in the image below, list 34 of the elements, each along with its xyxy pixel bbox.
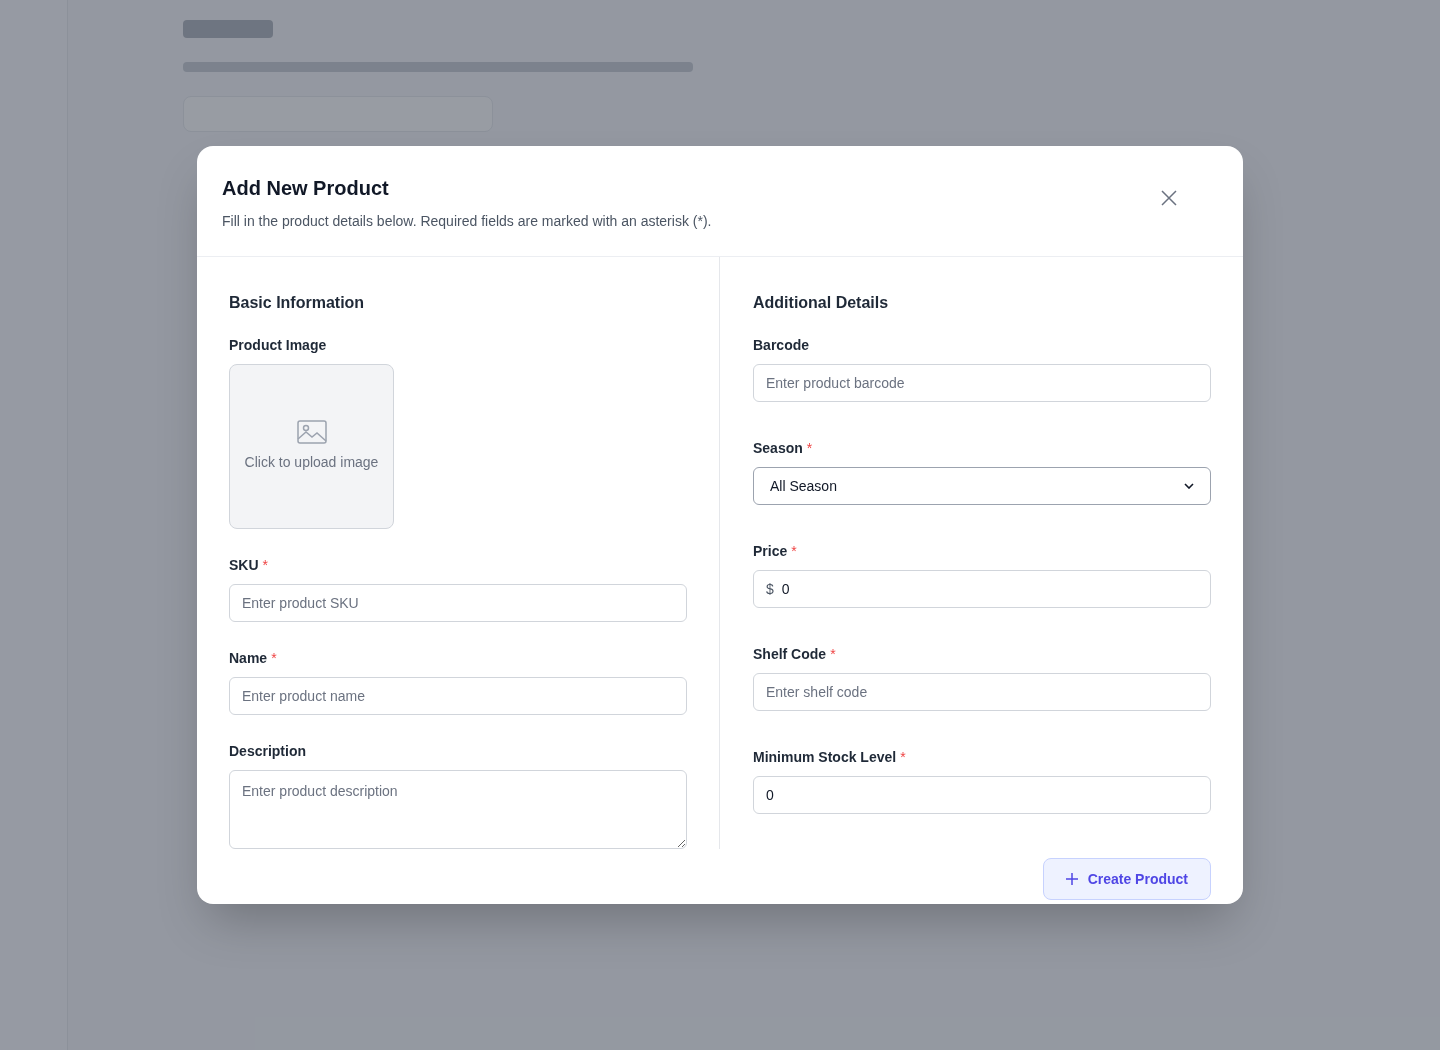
plus-icon — [1065, 873, 1078, 885]
dialog-subtitle: Fill in the product details below. Required fields are marked with an asterisk (*). — [222, 212, 712, 231]
field-label: Price — [753, 542, 788, 561]
price-field[interactable]: $ 0 — [753, 570, 1211, 608]
field-label: Shelf Code — [753, 645, 827, 664]
chevron-down-icon — [1184, 483, 1194, 489]
input-field[interactable]: Enter product SKU — [229, 584, 687, 622]
required-mark: * — [791, 542, 797, 561]
input-field[interactable]: Enter product name — [229, 677, 687, 715]
input-field[interactable]: Enter shelf code — [753, 673, 1211, 711]
required-mark: * — [806, 439, 813, 458]
field-label: SKU — [229, 556, 259, 575]
create-product-button[interactable]: Create Product — [1042, 858, 1211, 900]
field-label: Description — [229, 742, 306, 761]
close-icon[interactable] — [1160, 189, 1178, 207]
dialog-title: Add New Product — [222, 176, 390, 201]
field-label: Barcode — [753, 336, 810, 355]
field-label: Minimum Stock Level — [753, 748, 897, 767]
image-upload-area[interactable]: Click to upload image — [229, 364, 394, 529]
currency-symbol: $ — [766, 579, 774, 599]
required-mark: * — [262, 556, 268, 575]
section-title: Additional Details — [753, 293, 890, 313]
textarea-field[interactable]: Enter product description — [229, 770, 687, 849]
field-label: Name — [229, 649, 268, 668]
required-mark: * — [271, 649, 277, 668]
required-mark: * — [900, 748, 906, 767]
section-title: Basic Information — [229, 293, 366, 313]
required-mark: * — [830, 645, 836, 664]
field-label: Season — [753, 439, 803, 458]
image-icon — [296, 420, 327, 444]
input-field[interactable]: 0 — [753, 776, 1211, 814]
field-label: Product Image — [229, 336, 327, 355]
input-field[interactable]: Enter product barcode — [753, 364, 1211, 402]
select-field[interactable]: All Season — [753, 467, 1211, 505]
